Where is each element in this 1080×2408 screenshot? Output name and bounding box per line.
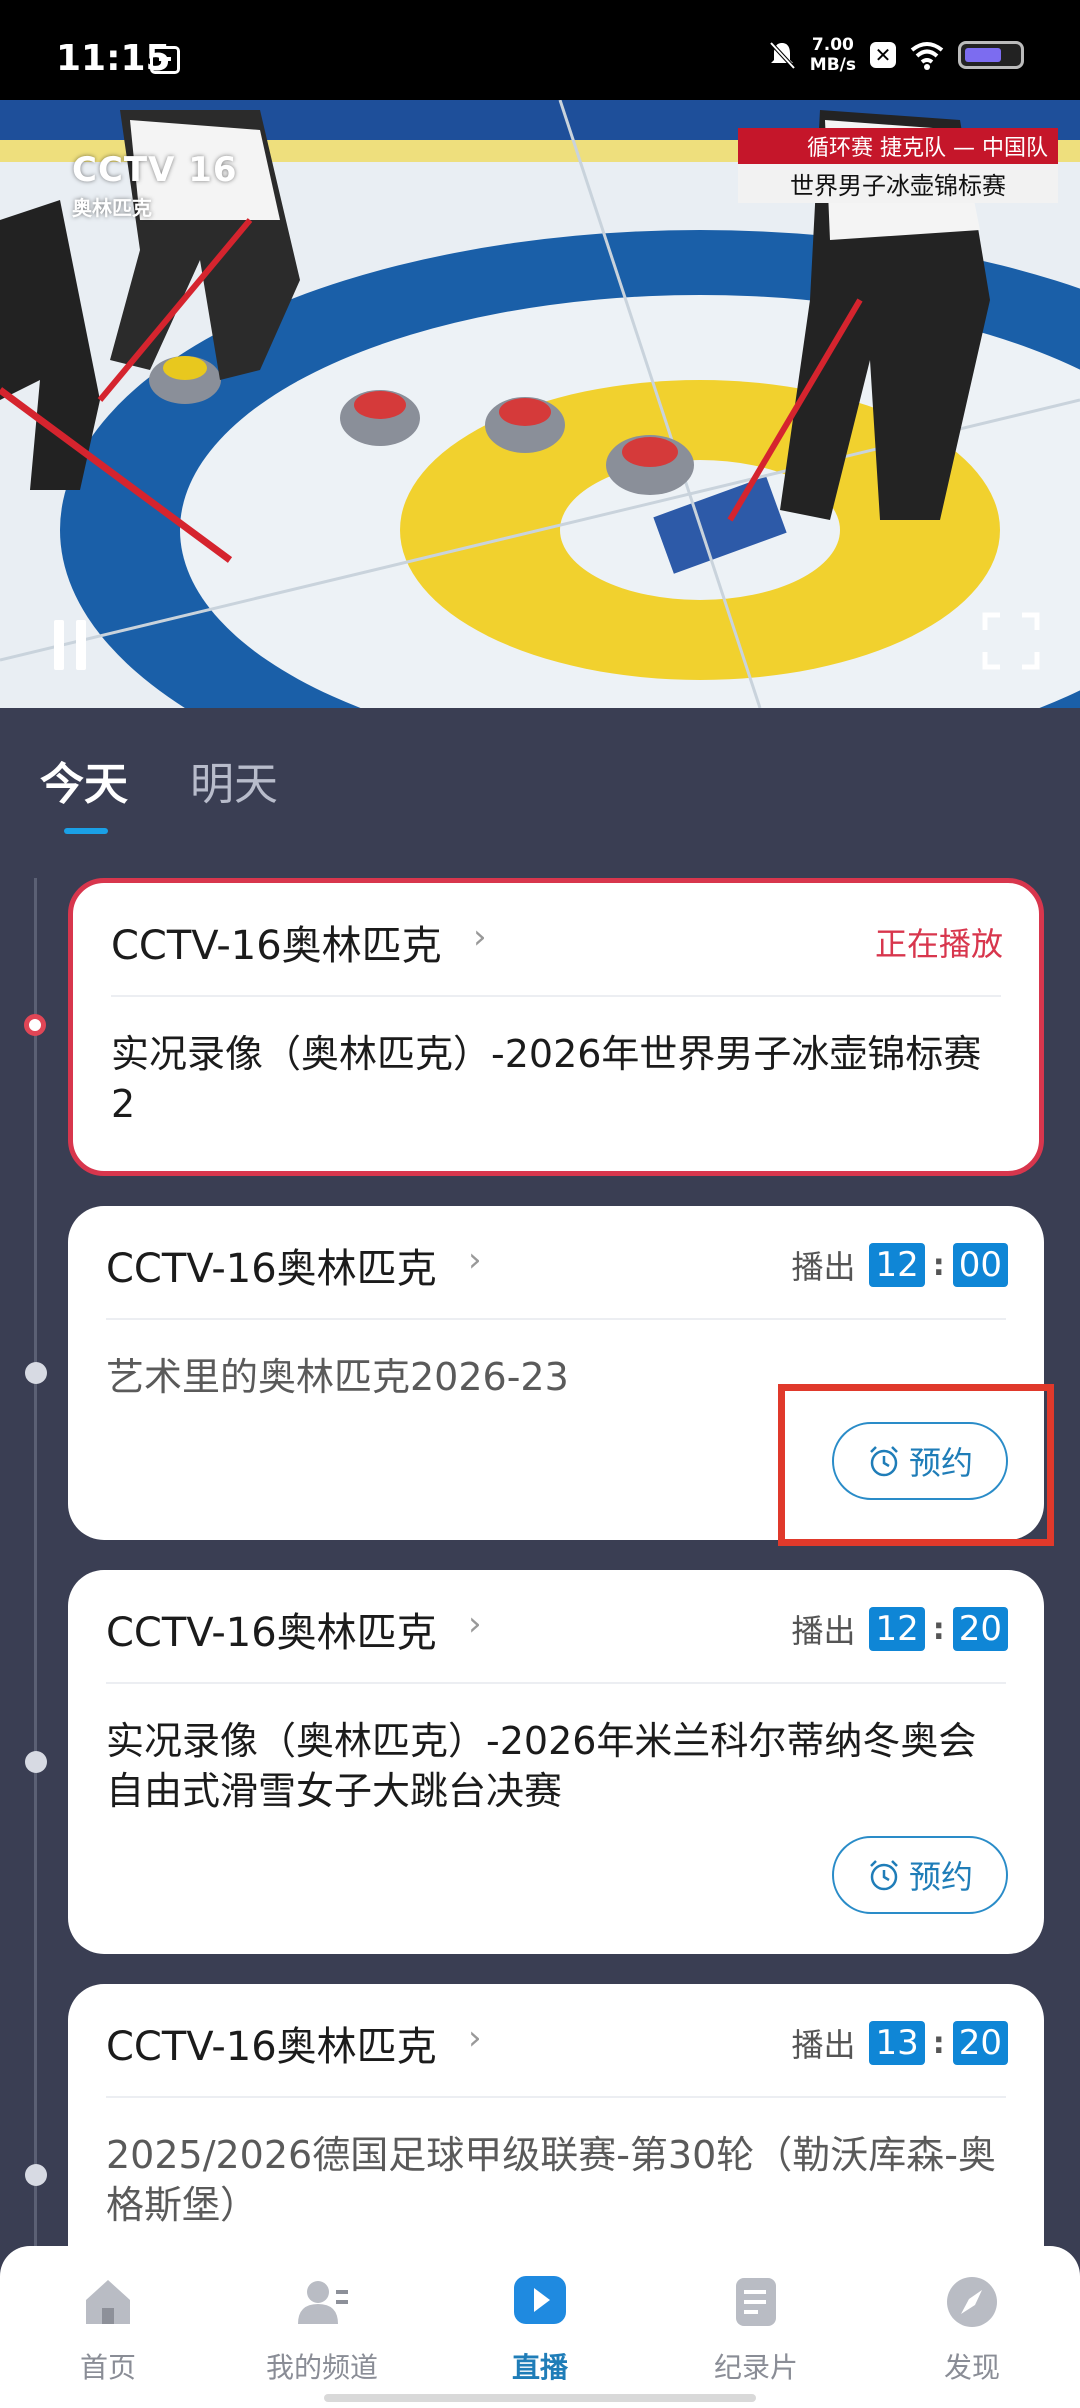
channel-name[interactable]: CCTV-16奥林匹克: [111, 913, 442, 971]
reserve-button[interactable]: 预约: [832, 1836, 1008, 1914]
nav-label: 直播: [511, 2351, 568, 2384]
nav-label: 纪录片: [713, 2351, 798, 2384]
reserve-label: 预约: [908, 1858, 973, 1896]
nav-label: 首页: [79, 2351, 136, 2384]
fullscreen-icon[interactable]: [982, 612, 1040, 670]
air-time: 播出 12 : 20: [791, 1606, 1008, 1652]
nav-label: 发现: [943, 2351, 1000, 2384]
program-title: 2025/2026德国足球甲级联赛-第30轮（勒沃库森-奥格斯堡）: [106, 2133, 996, 2227]
chevron-right-icon[interactable]: ›: [468, 1240, 494, 1280]
nav-item-my-channel[interactable]: 我的频道: [222, 2246, 422, 2396]
battery-icon: [958, 41, 1024, 69]
air-hour: 12: [869, 1243, 925, 1287]
alarm-clock-icon: [870, 1860, 898, 1891]
chevron-right-icon[interactable]: ›: [468, 2018, 494, 2058]
channel-name[interactable]: CCTV-16奥林匹克: [106, 1600, 437, 1658]
now-playing-status: 正在播放: [874, 925, 1003, 963]
air-time: 播出 12 : 00: [791, 1242, 1008, 1288]
nav-label: 我的频道: [265, 2351, 378, 2384]
live-play-icon: [514, 2276, 566, 2324]
timeline-dot: [25, 2164, 47, 2186]
tab-today[interactable]: 今天: [40, 748, 128, 812]
air-time-label: 播出: [791, 1612, 856, 1650]
air-hour: 13: [869, 2021, 925, 2065]
air-time-label: 播出: [791, 1248, 856, 1286]
program-card[interactable]: CCTV-16奥林匹克 › 播出 12 : 20 实况录像（奥林匹克）-2026…: [68, 1570, 1044, 1954]
program-card-live[interactable]: CCTV-16奥林匹克 › 正在播放 实况录像（奥林匹克）-2026年世界男子冰…: [68, 878, 1044, 1176]
nav-item-discover[interactable]: 发现: [872, 2246, 1072, 2396]
network-speed-unit: MB/s: [809, 55, 856, 75]
nav-item-live[interactable]: 直播: [440, 2246, 640, 2396]
home-icon: [86, 2280, 130, 2324]
air-time-label: 播出: [791, 2026, 856, 2064]
air-hour: 12: [869, 1607, 925, 1651]
divider: [106, 2096, 1006, 2098]
channel-logo-line2: 奥林匹克: [72, 196, 152, 220]
program-title: 实况录像（奥林匹克）-2026年米兰科尔蒂纳冬奥会 自由式滑雪女子大跳台决赛: [106, 1719, 977, 1813]
day-tabs: 今天 明天: [0, 708, 1080, 838]
channel-logo: CCTV 16 奥林匹克: [72, 150, 238, 221]
bottom-nav: 首页 我的频道 直播 纪录片 发现: [0, 2246, 1080, 2408]
network-speed: 7.00 MB/s: [810, 35, 856, 75]
divider: [106, 1682, 1006, 1684]
notification-icon: [150, 46, 180, 74]
timeline-line: [34, 878, 37, 2278]
timeline-dot-live: [24, 1014, 46, 1036]
my-channel-icon: [298, 2281, 348, 2324]
battery-fill: [965, 48, 1001, 62]
channel-name[interactable]: CCTV-16奥林匹克: [106, 1236, 437, 1294]
divider: [106, 1318, 1006, 1320]
air-minute: 20: [952, 1607, 1008, 1651]
broadcast-caption: 循环赛 捷克队 — 中国队 世界男子冰壶锦标赛: [738, 128, 1058, 203]
home-indicator[interactable]: [324, 2394, 756, 2402]
compass-icon: [947, 2277, 997, 2327]
timeline-dot: [25, 1751, 47, 1773]
timeline-dot: [25, 1362, 47, 1384]
highlight-box: [778, 1384, 1054, 1546]
caption-match: 循环赛 捷克队 — 中国队: [738, 128, 1058, 164]
video-player[interactable]: CCTV 16 奥林匹克 循环赛 捷克队 — 中国队 世界男子冰壶锦标赛: [0, 100, 1080, 708]
chevron-right-icon[interactable]: ›: [468, 1604, 494, 1644]
nav-item-home[interactable]: 首页: [8, 2246, 208, 2396]
caption-event: 世界男子冰壶锦标赛: [738, 164, 1058, 203]
pause-button[interactable]: [50, 620, 90, 670]
app-notification-icon: ✕: [870, 42, 896, 68]
channel-logo-line1: CCTV 16: [72, 150, 238, 190]
channel-name[interactable]: CCTV-16奥林匹克: [106, 2014, 437, 2072]
tab-tomorrow[interactable]: 明天: [190, 748, 278, 812]
mute-bell-icon: [769, 41, 796, 70]
air-minute: 00: [952, 1243, 1008, 1287]
air-time: 播出 13 : 20: [791, 2020, 1008, 2066]
chevron-right-icon[interactable]: ›: [473, 917, 499, 957]
air-minute: 20: [952, 2021, 1008, 2065]
wifi-icon: [910, 42, 944, 70]
program-title: 实况录像（奥林匹克）-2026年世界男子冰壶锦标赛2: [111, 1032, 982, 1126]
nav-item-documentary[interactable]: 纪录片: [656, 2246, 856, 2396]
status-bar: 11:15 7.00 MB/s ✕: [0, 0, 1080, 100]
documentary-icon: [736, 2278, 776, 2326]
divider: [111, 995, 1001, 997]
tab-indicator: [64, 828, 108, 834]
network-speed-value: 7.00: [811, 35, 854, 55]
